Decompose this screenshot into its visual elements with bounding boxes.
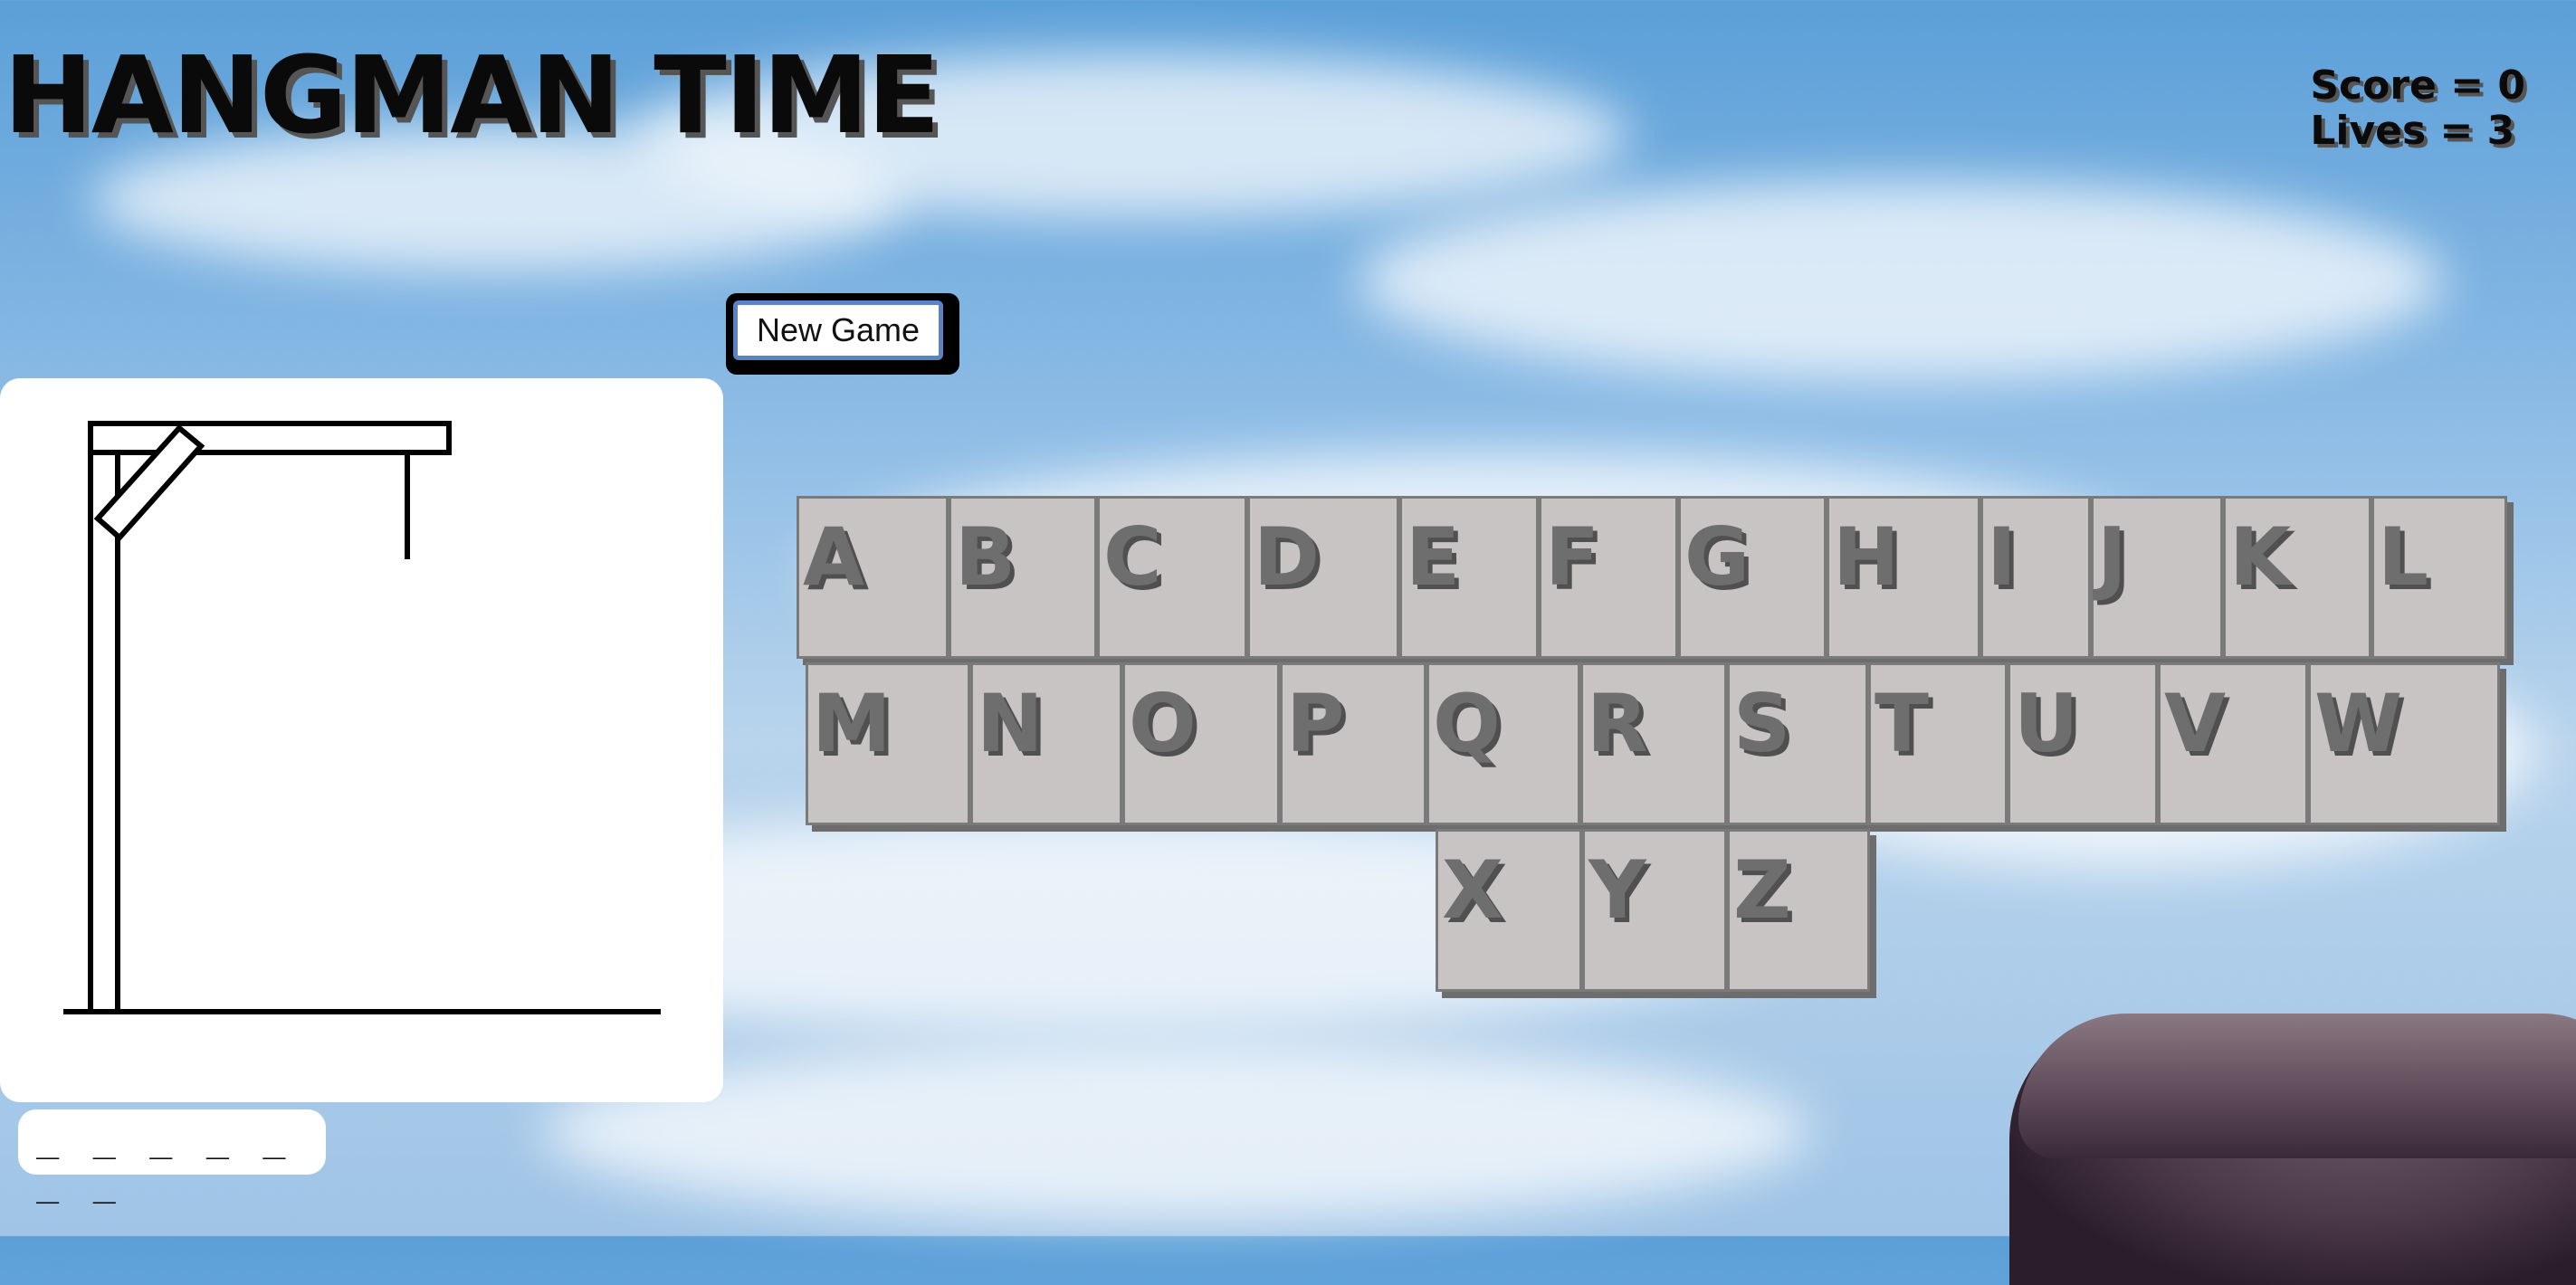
key-g[interactable]: G [1678,496,1827,659]
key-z[interactable]: Z [1727,829,1870,992]
key-n[interactable]: N [970,662,1122,825]
cloud [1358,181,2444,380]
key-a[interactable]: A [797,496,949,659]
key-m[interactable]: M [806,662,970,825]
key-b[interactable]: B [949,496,1097,659]
key-y[interactable]: Y [1582,829,1727,992]
key-s[interactable]: S [1727,662,1868,825]
page-title: HANGMAN TIME [4,33,940,157]
key-o[interactable]: O [1122,662,1280,825]
stats-panel: Score = 0 Lives = 3 [2310,63,2525,154]
new-game-button[interactable]: New Game [733,300,943,360]
key-r[interactable]: R [1580,662,1727,825]
cloud [543,1041,1810,1222]
key-u[interactable]: U [2008,662,2158,825]
score-label: Score = 0 [2310,62,2525,109]
key-k[interactable]: K [2223,496,2371,659]
key-i[interactable]: I [1980,496,2091,659]
key-j[interactable]: J [2091,496,2223,659]
key-l[interactable]: L [2371,496,2507,659]
key-c[interactable]: C [1097,496,1247,659]
word-blanks: _ _ _ _ _ _ _ [36,1115,291,1204]
lives-label: Lives = 3 [2310,108,2515,154]
key-d[interactable]: D [1247,496,1399,659]
gallows-beam [88,421,452,455]
key-q[interactable]: Q [1426,662,1580,825]
key-x[interactable]: X [1436,829,1582,992]
key-e[interactable]: E [1399,496,1539,659]
new-game-frame: New Game [726,293,959,375]
wooden-barrel-rim [2018,1014,2576,1158]
key-f[interactable]: F [1539,496,1678,659]
gallows-panel [0,378,723,1102]
gallows-icon [63,421,661,1014]
key-v[interactable]: V [2158,662,2308,825]
word-panel: _ _ _ _ _ _ _ [18,1109,326,1204]
key-h[interactable]: H [1827,496,1980,659]
key-p[interactable]: P [1280,662,1426,825]
key-t[interactable]: T [1868,662,2008,825]
key-w[interactable]: W [2308,662,2500,825]
